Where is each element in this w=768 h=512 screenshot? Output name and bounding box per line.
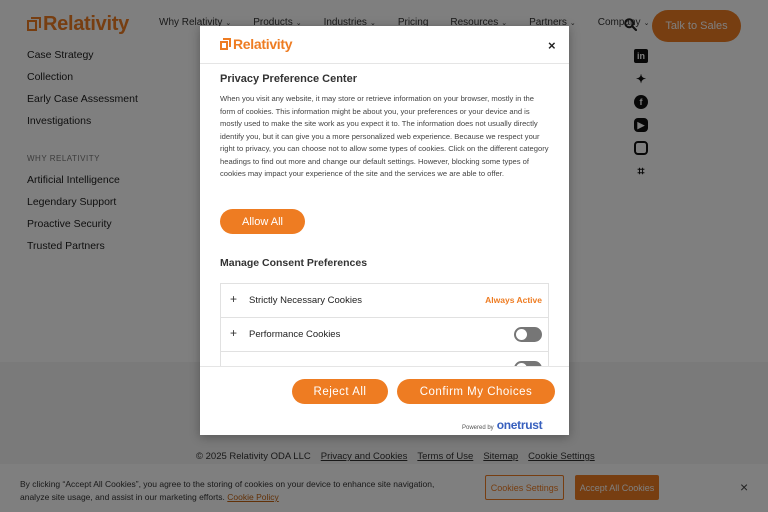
- performance-cookies-toggle[interactable]: [514, 327, 542, 342]
- category-label: Performance Cookies: [249, 329, 341, 340]
- onetrust-logo: onetrust: [496, 418, 543, 432]
- powered-by-label: Powered by: [462, 425, 494, 431]
- consent-accordion: + Strictly Necessary Cookies Always Acti…: [220, 283, 549, 366]
- privacy-preference-modal: Relativity × Privacy Preference Center W…: [200, 26, 569, 435]
- category-performance[interactable]: + Performance Cookies: [221, 318, 548, 352]
- confirm-choices-button[interactable]: Confirm My Choices: [397, 379, 555, 404]
- banner-close-icon[interactable]: ×: [740, 479, 748, 495]
- modal-body[interactable]: Privacy Preference Center When you visit…: [200, 64, 569, 366]
- expand-plus-icon[interactable]: +: [230, 326, 237, 340]
- modal-logo: Relativity: [220, 36, 293, 52]
- category-label: Strictly Necessary Cookies: [249, 295, 362, 306]
- allow-all-button[interactable]: Allow All: [220, 209, 305, 234]
- modal-title: Privacy Preference Center: [220, 73, 357, 85]
- reject-all-button[interactable]: Reject All: [292, 379, 388, 404]
- expand-plus-icon[interactable]: +: [230, 292, 237, 306]
- close-icon[interactable]: ×: [548, 38, 556, 53]
- logo-mark-icon: [220, 37, 231, 51]
- modal-logo-text: Relativity: [233, 36, 293, 52]
- manage-consent-title: Manage Consent Preferences: [220, 257, 368, 269]
- category-strictly-necessary[interactable]: + Strictly Necessary Cookies Always Acti…: [221, 284, 548, 318]
- powered-by-onetrust[interactable]: Powered by onetrust: [462, 418, 543, 432]
- category-next[interactable]: [221, 352, 548, 366]
- modal-footer: Reject All Confirm My Choices Powered by…: [200, 366, 569, 435]
- always-active-badge: Always Active: [485, 295, 542, 305]
- modal-description: When you visit any website, it may store…: [220, 94, 549, 178]
- modal-header: Relativity ×: [200, 26, 569, 64]
